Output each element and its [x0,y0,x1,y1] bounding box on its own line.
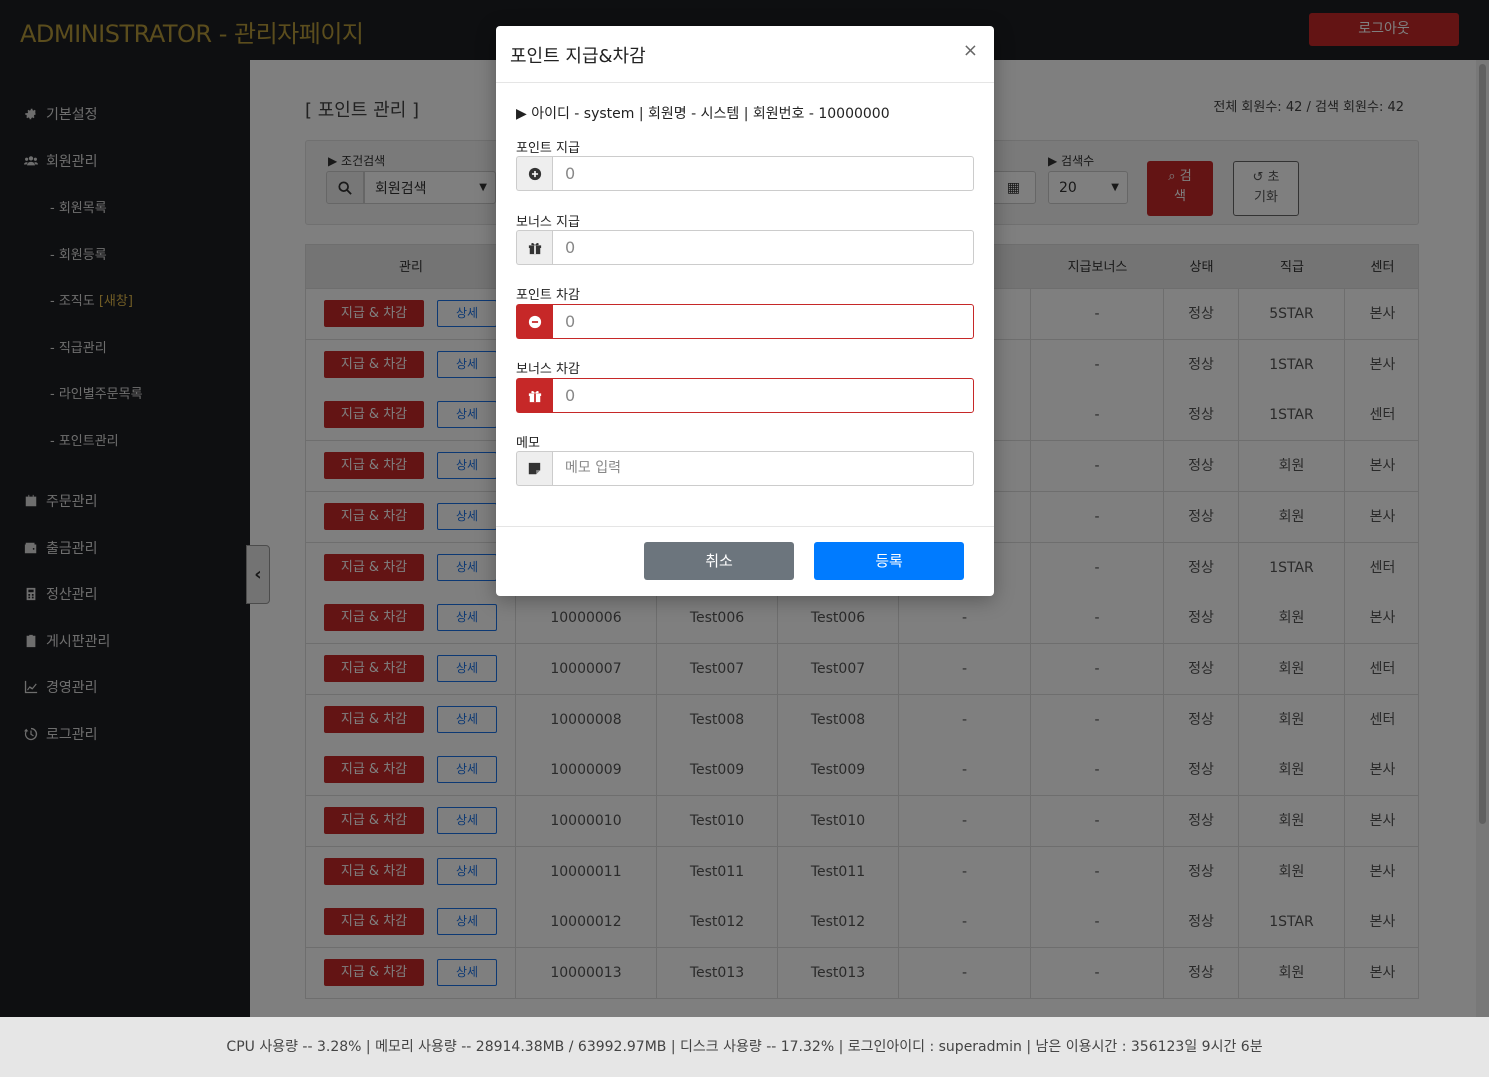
sticky-note-icon [516,451,552,486]
point-deduct-group: 0 [516,304,974,339]
memo-input[interactable]: 메모 입력 [552,451,974,486]
bonus-deduct-input[interactable]: 0 [552,378,974,413]
cancel-button[interactable]: 취소 [644,542,794,580]
modal-title: 포인트 지급&차감 [510,46,646,67]
gift-icon [516,230,552,265]
point-pay-label: 포인트 지급 [516,141,580,156]
modal-header: 포인트 지급&차감 × [496,26,994,83]
close-icon[interactable]: × [963,40,978,61]
point-pay-input[interactable]: 0 [552,156,974,191]
bonus-deduct-label: 보너스 차감 [516,362,580,377]
plus-circle-icon [516,156,552,191]
memo-group: 메모 입력 [516,451,974,486]
bonus-pay-input[interactable]: 0 [552,230,974,265]
point-deduct-input[interactable]: 0 [552,304,974,339]
point-pay-group: 0 [516,156,974,191]
member-info: ▶ 아이디 - system | 회원명 - 시스템 | 회원번호 - 1000… [516,106,890,122]
bonus-pay-group: 0 [516,230,974,265]
gift-icon [516,378,552,413]
point-modal: 포인트 지급&차감 × ▶ 아이디 - system | 회원명 - 시스템 |… [496,26,994,596]
submit-button[interactable]: 등록 [814,542,964,580]
point-deduct-label: 포인트 차감 [516,288,580,303]
memo-label: 메모 [516,436,540,451]
bonus-pay-label: 보너스 지급 [516,215,580,230]
bonus-deduct-group: 0 [516,378,974,413]
status-footer: CPU 사용량 -- 3.28% | 메모리 사용량 -- 28914.38MB… [0,1017,1489,1077]
modal-footer-divider [496,526,994,527]
minus-circle-icon [516,304,552,339]
